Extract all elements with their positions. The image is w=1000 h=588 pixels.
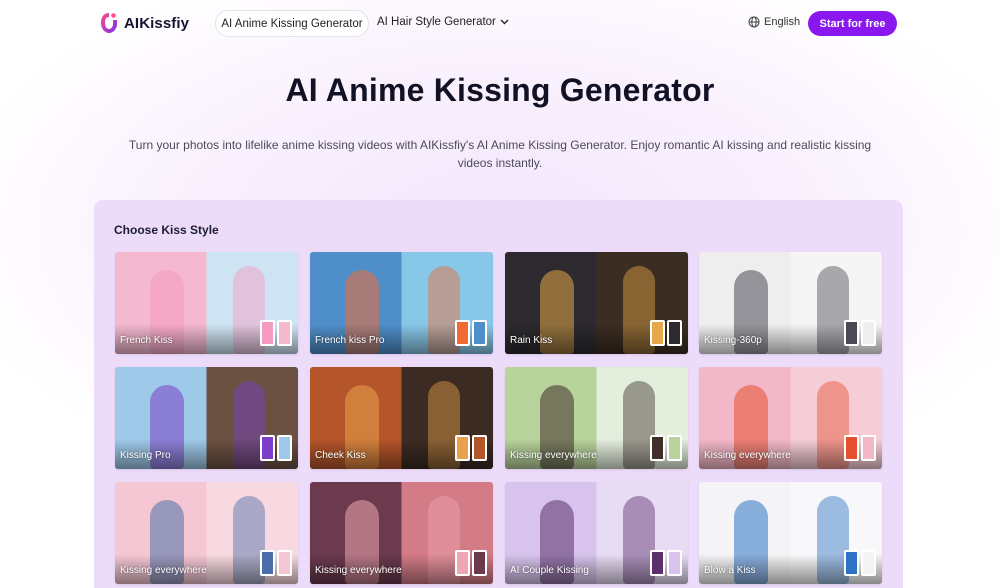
source-photo-thumbnail bbox=[667, 435, 682, 461]
chevron-down-icon bbox=[500, 19, 509, 25]
kiss-style-card[interactable]: Kissing-360p bbox=[699, 252, 882, 354]
source-photo-thumbnail bbox=[650, 550, 665, 576]
page-title: AI Anime Kissing Generator bbox=[285, 72, 715, 108]
card-source-thumbnails bbox=[260, 435, 292, 461]
kiss-style-card[interactable]: French Kiss bbox=[115, 252, 298, 354]
card-source-thumbnails bbox=[455, 320, 487, 346]
nav-hair-style-dropdown[interactable]: AI Hair Style Generator bbox=[377, 16, 509, 28]
kiss-style-panel: Choose Kiss Style French Kiss French kiss… bbox=[94, 200, 903, 588]
source-photo-thumbnail bbox=[844, 320, 859, 346]
source-photo-thumbnail bbox=[260, 550, 275, 576]
kiss-style-card-label: Kissing everywhere bbox=[704, 450, 791, 461]
card-source-thumbnails bbox=[844, 550, 876, 576]
card-source-thumbnails bbox=[650, 550, 682, 576]
kiss-style-card-label: Kissing Pro bbox=[120, 450, 171, 461]
source-photo-thumbnail bbox=[667, 550, 682, 576]
source-photo-thumbnail bbox=[667, 320, 682, 346]
kiss-style-card-label: Blow a Kiss bbox=[704, 565, 756, 576]
card-source-thumbnails bbox=[260, 320, 292, 346]
kiss-style-card-label: Kissing everywhere bbox=[315, 565, 402, 576]
kiss-style-card[interactable]: Cheek Kiss bbox=[310, 367, 493, 469]
source-photo-thumbnail bbox=[472, 320, 487, 346]
kiss-style-card-label: Kissing-360p bbox=[704, 335, 762, 346]
source-photo-thumbnail bbox=[650, 320, 665, 346]
kiss-style-card-label: Rain Kiss bbox=[510, 335, 553, 346]
kiss-style-card-label: Cheek Kiss bbox=[315, 450, 366, 461]
source-photo-thumbnail bbox=[455, 435, 470, 461]
source-photo-thumbnail bbox=[260, 320, 275, 346]
kiss-style-card[interactable]: Kissing everywhere bbox=[505, 367, 688, 469]
language-selector[interactable]: English bbox=[748, 16, 800, 28]
kiss-style-card[interactable]: Kissing everywhere bbox=[115, 482, 298, 584]
logo[interactable]: AIKissfiy bbox=[99, 11, 189, 35]
card-source-thumbnails bbox=[844, 320, 876, 346]
kiss-style-card[interactable]: Kissing Pro bbox=[115, 367, 298, 469]
kiss-style-card-label: French Kiss bbox=[120, 335, 173, 346]
card-source-thumbnails bbox=[455, 550, 487, 576]
logo-icon bbox=[101, 13, 117, 33]
source-photo-thumbnail bbox=[455, 320, 470, 346]
nav-hair-style-label: AI Hair Style Generator bbox=[377, 16, 496, 28]
top-nav: AIKissfiy AI Anime Kissing Generator AI … bbox=[0, 0, 1000, 46]
kiss-style-card[interactable]: Kissing everywhere bbox=[310, 482, 493, 584]
kiss-style-card-label: Kissing everywhere bbox=[120, 565, 207, 576]
logo-text: AIKissfiy bbox=[124, 14, 190, 32]
kiss-style-card[interactable]: AI Couple Kissing bbox=[505, 482, 688, 584]
kiss-style-card-label: French kiss Pro bbox=[315, 335, 385, 346]
source-photo-thumbnail bbox=[472, 550, 487, 576]
kiss-style-card[interactable]: French kiss Pro bbox=[310, 252, 493, 354]
choose-kiss-style-heading: Choose Kiss Style bbox=[114, 223, 219, 237]
source-photo-thumbnail bbox=[472, 435, 487, 461]
source-photo-thumbnail bbox=[277, 320, 292, 346]
source-photo-thumbnail bbox=[861, 435, 876, 461]
kiss-style-card[interactable]: Kissing everywhere bbox=[699, 367, 882, 469]
nav-anime-kissing-generator[interactable]: AI Anime Kissing Generator bbox=[215, 10, 369, 37]
card-source-thumbnails bbox=[260, 550, 292, 576]
source-photo-thumbnail bbox=[277, 435, 292, 461]
start-for-free-button[interactable]: Start for free bbox=[808, 11, 897, 36]
card-source-thumbnails bbox=[455, 435, 487, 461]
page-subtitle: Turn your photos into lifelike anime kis… bbox=[128, 138, 872, 170]
kiss-style-card[interactable]: Rain Kiss bbox=[505, 252, 688, 354]
source-photo-thumbnail bbox=[861, 550, 876, 576]
kiss-style-card[interactable]: Blow a Kiss bbox=[699, 482, 882, 584]
source-photo-thumbnail bbox=[861, 320, 876, 346]
language-label: English bbox=[764, 16, 801, 28]
globe-icon bbox=[748, 16, 760, 28]
kiss-style-card-label: AI Couple Kissing bbox=[510, 565, 589, 576]
card-source-thumbnails bbox=[844, 435, 876, 461]
source-photo-thumbnail bbox=[844, 550, 859, 576]
source-photo-thumbnail bbox=[844, 435, 859, 461]
source-photo-thumbnail bbox=[260, 435, 275, 461]
kiss-style-card-label: Kissing everywhere bbox=[510, 450, 597, 461]
card-source-thumbnails bbox=[650, 435, 682, 461]
source-photo-thumbnail bbox=[277, 550, 292, 576]
card-source-thumbnails bbox=[650, 320, 682, 346]
source-photo-thumbnail bbox=[455, 550, 470, 576]
source-photo-thumbnail bbox=[650, 435, 665, 461]
